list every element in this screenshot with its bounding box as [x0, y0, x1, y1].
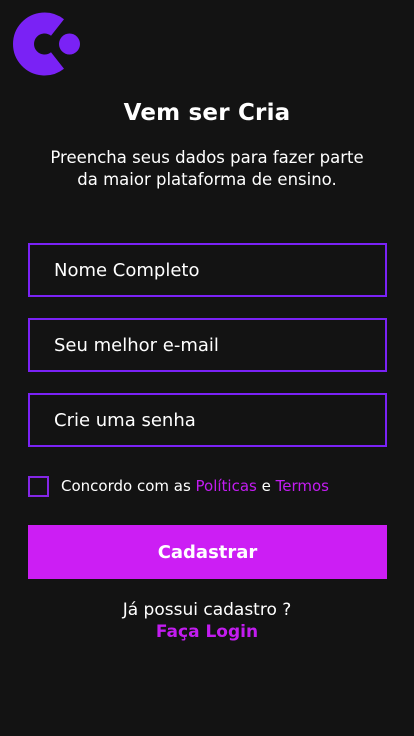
- agree-prefix: Concordo com as: [61, 477, 196, 495]
- password-input[interactable]: [28, 393, 387, 447]
- terms-agreement-text: Concordo com as Políticas e Termos: [61, 476, 329, 497]
- login-link[interactable]: Faça Login: [0, 621, 414, 644]
- terms-link[interactable]: Termos: [276, 477, 329, 495]
- terms-checkbox[interactable]: [28, 476, 49, 497]
- full-name-input[interactable]: [28, 243, 387, 297]
- page-subtitle: Preencha seus dados para fazer parte da …: [50, 148, 364, 189]
- terms-agreement-row: Concordo com as Políticas e Termos: [28, 476, 329, 497]
- page-title: Vem ser Cria: [123, 100, 291, 126]
- policies-link[interactable]: Políticas: [196, 477, 257, 495]
- signup-button[interactable]: Cadastrar: [28, 525, 387, 579]
- email-input[interactable]: [28, 318, 387, 372]
- agree-conjunction: e: [256, 477, 276, 495]
- cria-logo-icon: [13, 12, 80, 76]
- already-registered-text: Já possui cadastro ?: [122, 600, 292, 620]
